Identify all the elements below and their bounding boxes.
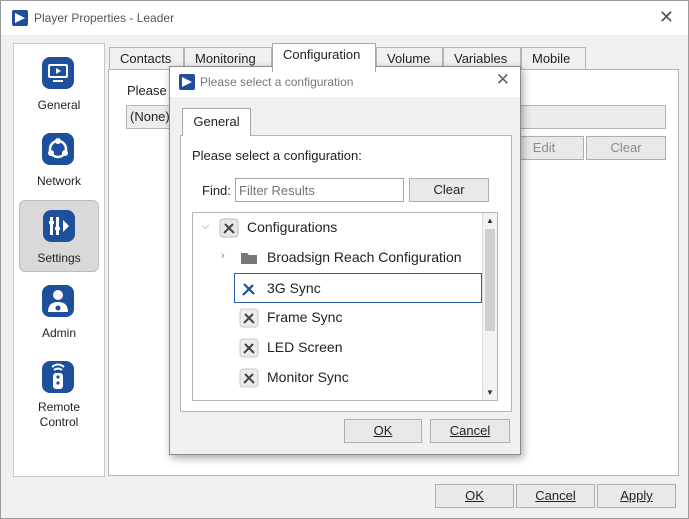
sidebar: General Network Settings Admin Remote Co… — [13, 43, 105, 477]
tab-mobile[interactable]: Mobile — [521, 47, 586, 71]
dialog-cancel-button[interactable]: Cancel — [430, 419, 510, 443]
tree-item-selected[interactable]: 3G Sync — [234, 273, 482, 303]
sidebar-item-label: Remote Control — [19, 400, 99, 430]
dialog-prompt: Please select a configuration: — [192, 148, 362, 163]
tools-icon — [239, 368, 259, 388]
player-properties-window: Player Properties - Leader ✕ General Net… — [0, 0, 689, 519]
tree-item-label: Monitor Sync — [267, 369, 349, 385]
cancel-button[interactable]: Cancel — [516, 484, 595, 508]
clear-config-button[interactable]: Clear — [586, 136, 666, 160]
chevron-right-icon[interactable]: › — [221, 250, 225, 262]
sidebar-item-admin[interactable]: Admin — [19, 276, 99, 348]
sidebar-item-settings[interactable]: Settings — [19, 200, 99, 272]
cancel-label: Cancel — [535, 488, 576, 503]
tree-root[interactable]: ⌵ Configurations — [193, 213, 483, 243]
network-icon — [42, 133, 74, 165]
sidebar-item-label: Network — [36, 174, 81, 188]
app-logo-icon — [12, 10, 28, 26]
chevron-down-icon[interactable]: ⌵ — [201, 220, 209, 233]
tab-configuration[interactable]: Configuration — [272, 43, 376, 72]
scroll-up-icon[interactable]: ▲ — [486, 216, 494, 225]
close-icon[interactable]: ✕ — [496, 70, 510, 90]
tree-item[interactable]: LED Screen — [193, 333, 483, 363]
clear-filter-button[interactable]: Clear — [409, 178, 489, 202]
remote-label-line1: Remote — [37, 400, 81, 414]
scrollbar-thumb[interactable] — [485, 229, 495, 331]
apply-button[interactable]: Apply — [597, 484, 676, 508]
select-configuration-dialog: Please select a configuration ✕ General … — [169, 66, 521, 455]
monitor-icon — [42, 57, 74, 89]
close-icon[interactable]: ✕ — [659, 7, 674, 28]
folder-icon — [241, 253, 257, 264]
configuration-prompt: Please — [127, 83, 167, 98]
find-input[interactable] — [235, 178, 404, 202]
tree-item-label: LED Screen — [267, 339, 343, 355]
dialog-ok-button[interactable]: OK — [344, 419, 422, 443]
scroll-down-icon[interactable]: ▼ — [486, 388, 494, 397]
sidebar-item-network[interactable]: Network — [19, 124, 99, 196]
dialog-title: Please select a configuration — [200, 75, 354, 89]
tree-item-label: 3G Sync — [267, 280, 321, 296]
tab-general[interactable]: General — [182, 108, 251, 136]
ok-label: OK — [465, 488, 484, 503]
tree-scrollbar[interactable]: ▲ ▼ — [482, 213, 497, 400]
sidebar-item-remote-control[interactable]: Remote Control — [19, 352, 99, 432]
settings-icon — [43, 210, 75, 242]
ok-button[interactable]: OK — [435, 484, 514, 508]
sidebar-item-label: General — [37, 98, 81, 112]
tree-root-label: Configurations — [247, 219, 338, 235]
tree-folder-label: Broadsign Reach Configuration — [267, 249, 462, 265]
remote-label-line2: Control — [39, 415, 79, 429]
configuration-tree[interactable]: ⌵ Configurations › Broadsign Reach Confi… — [192, 212, 498, 401]
find-label: Find: — [202, 183, 231, 198]
sidebar-item-label: Settings — [37, 251, 81, 265]
tree-item[interactable]: Monitor Sync — [193, 363, 483, 393]
admin-icon — [42, 285, 74, 317]
sidebar-item-label: Admin — [41, 326, 76, 340]
apply-label: Apply — [620, 488, 653, 503]
tree-item-label: Frame Sync — [267, 309, 343, 325]
title-bar: Player Properties - Leader ✕ — [1, 1, 688, 35]
tools-icon — [239, 338, 259, 358]
remote-icon — [42, 361, 74, 393]
tree-folder[interactable]: › Broadsign Reach Configuration — [193, 243, 483, 273]
app-logo-icon — [179, 74, 195, 90]
dialog-cancel-label: Cancel — [449, 423, 491, 438]
window-title: Player Properties - Leader — [34, 11, 175, 25]
tools-icon — [239, 308, 259, 328]
tools-icon — [219, 218, 239, 238]
sidebar-item-general[interactable]: General — [19, 48, 99, 120]
tree-item[interactable]: Frame Sync — [193, 303, 483, 333]
tools-icon — [242, 283, 255, 296]
dialog-ok-label: OK — [373, 423, 393, 438]
